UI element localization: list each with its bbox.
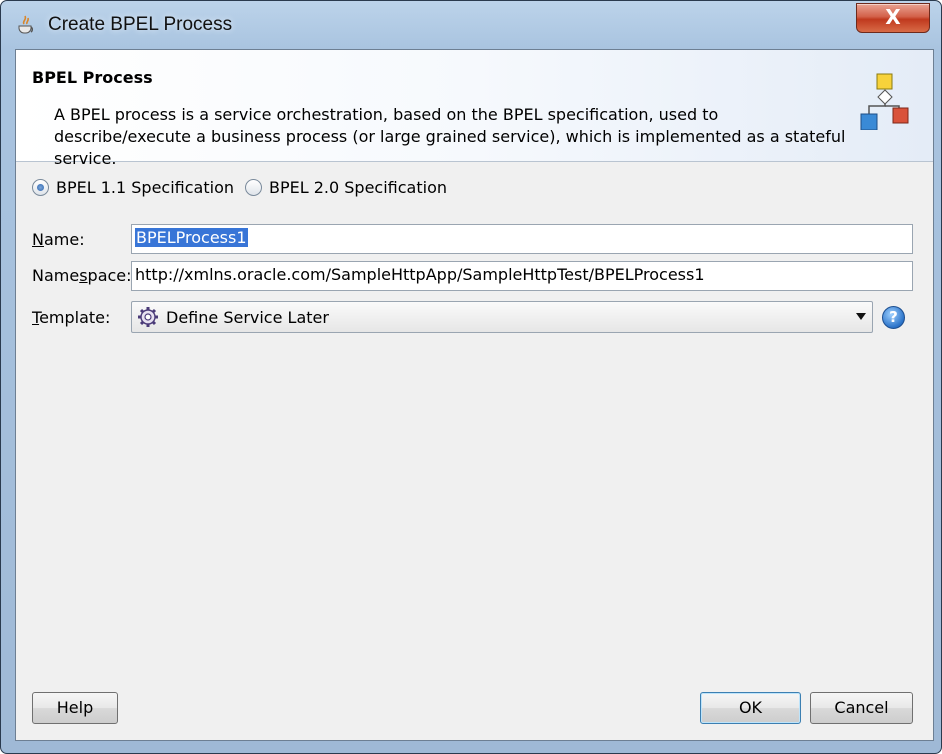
ok-button[interactable]: OK	[700, 692, 801, 724]
radio-bpel-1-1[interactable]	[32, 178, 49, 196]
namespace-value: http://xmlns.oracle.com/SampleHttpApp/Sa…	[135, 265, 705, 284]
title-bar[interactable]: Create BPEL Process X	[1, 1, 941, 49]
header-description: A BPEL process is a service orchestratio…	[54, 105, 846, 168]
header-panel: BPEL Process A BPEL process is a service…	[16, 50, 933, 168]
window-title: Create BPEL Process	[48, 14, 233, 35]
namespace-input[interactable]: http://xmlns.oracle.com/SampleHttpApp/Sa…	[131, 261, 913, 291]
name-input[interactable]: BPELProcess1	[131, 224, 913, 254]
help-icon[interactable]: ?	[882, 306, 905, 329]
bpel-process-icon	[860, 73, 909, 130]
close-button[interactable]: X	[856, 3, 930, 33]
template-select[interactable]: Define Service Later	[131, 301, 873, 333]
radio-bpel-2-0[interactable]	[245, 178, 262, 196]
cancel-button[interactable]: Cancel	[810, 692, 913, 724]
name-value: BPELProcess1	[135, 228, 248, 247]
chevron-down-icon[interactable]	[856, 313, 866, 320]
radio-label-bpel-2-0[interactable]: BPEL 2.0 Specification	[269, 178, 447, 197]
java-cup-icon	[18, 15, 33, 34]
dialog-body: BPEL Process A BPEL process is a service…	[15, 49, 934, 741]
gear-icon	[138, 307, 158, 327]
radio-label-bpel-1-1[interactable]: BPEL 1.1 Specification	[56, 178, 234, 197]
dialog-window: Create BPEL Process X BPEL Process A BPE…	[0, 0, 942, 754]
name-label: Name:	[32, 230, 85, 249]
header-title: BPEL Process	[32, 68, 153, 87]
namespace-label: Namespace:	[32, 266, 132, 285]
template-label: Template:	[32, 308, 111, 327]
spec-radio-group: BPEL 1.1 Specification BPEL 2.0 Specific…	[32, 176, 458, 198]
help-button[interactable]: Help	[32, 692, 118, 724]
template-value: Define Service Later	[166, 307, 329, 327]
